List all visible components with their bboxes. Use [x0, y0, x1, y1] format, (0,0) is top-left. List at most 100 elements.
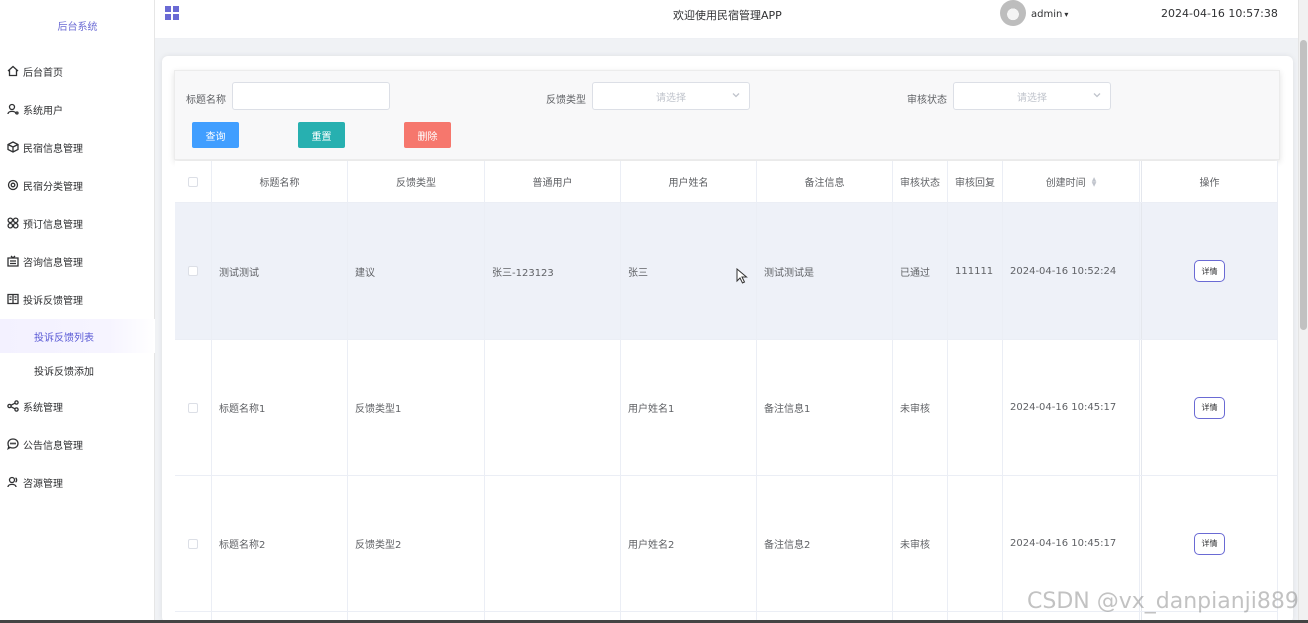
- table-header-row: 标题名称 反馈类型 普通用户 用户姓名 备注信息 审核状态 审核回复 创建时间 ▲…: [175, 161, 1278, 203]
- sidebar-item-complaint-feedback[interactable]: 投诉反馈管理: [0, 287, 155, 311]
- top-header: 欢迎使用民宿管理APP admin ▾ 2024-04-16 10:57:38: [155, 0, 1298, 39]
- column-header: 用户姓名: [621, 161, 757, 202]
- column-header: 普通用户: [485, 161, 621, 202]
- chat-icon: [6, 438, 19, 451]
- row-checkbox[interactable]: [188, 538, 198, 549]
- main-content: 标题名称 反馈类型 请选择 审核状态 请选择 查询 重置 删除 标题名称 反馈类…: [162, 56, 1293, 623]
- column-header: 标题名称: [212, 161, 348, 202]
- feedback-table: 标题名称 反馈类型 普通用户 用户姓名 备注信息 审核状态 审核回复 创建时间 ▲…: [175, 161, 1278, 623]
- detail-button[interactable]: 详情: [1194, 532, 1225, 555]
- detail-button[interactable]: 详情: [1194, 396, 1225, 419]
- column-header: 备注信息: [757, 161, 893, 202]
- search-panel: 标题名称 反馈类型 请选择 审核状态 请选择 查询 重置 删除: [174, 70, 1280, 160]
- sidebar-item-label: 预订信息管理: [23, 219, 83, 231]
- cell-reply: [948, 476, 1003, 611]
- inbox-icon: [6, 255, 19, 268]
- brand-title: 后台系统: [57, 22, 98, 33]
- cell-status: 未审核: [893, 340, 948, 475]
- sidebar-item-announcement[interactable]: 公告信息管理: [0, 432, 155, 456]
- sidebar-item-label: 公告信息管理: [23, 440, 83, 452]
- column-header: 审核状态: [893, 161, 948, 202]
- sort-icon[interactable]: ▲ ▼: [1092, 176, 1097, 187]
- chevron-down-icon: [1092, 90, 1102, 100]
- cell-actions: 详情: [1141, 340, 1278, 475]
- type-filter-select[interactable]: 请选择: [592, 82, 750, 110]
- list-icon: [6, 293, 19, 306]
- cell-name: 用户姓名2: [621, 476, 757, 611]
- user-icon: [6, 476, 19, 489]
- sidebar-subitem-feedback-add[interactable]: 投诉反馈添加: [0, 353, 155, 387]
- datetime: 2024-04-16 10:57:38: [1161, 7, 1278, 20]
- cell-status: 已通过: [893, 203, 948, 339]
- cell-reply: 111111: [948, 203, 1003, 339]
- sidebar-item-label: 系统管理: [23, 402, 63, 414]
- select-all-checkbox[interactable]: [188, 176, 198, 187]
- sidebar-item-label: 咨源管理: [23, 478, 63, 490]
- status-filter-select[interactable]: 请选择: [953, 82, 1111, 110]
- column-header-created[interactable]: 创建时间 ▲ ▼: [1003, 161, 1140, 202]
- user-menu[interactable]: admin ▾: [1031, 9, 1068, 20]
- cell-type: 反馈类型2: [348, 476, 485, 611]
- sidebar-item-system-users[interactable]: 系统用户: [0, 97, 155, 121]
- sidebar-item-homestay-category[interactable]: 民宿分类管理: [0, 173, 155, 197]
- reset-button[interactable]: 重置: [298, 122, 345, 148]
- user-icon: [6, 103, 19, 116]
- delete-button[interactable]: 删除: [404, 122, 451, 148]
- menu-toggle-icon[interactable]: [165, 6, 179, 20]
- row-select-cell: [175, 476, 212, 611]
- user-name: admin: [1031, 9, 1063, 20]
- sidebar-item-home[interactable]: 后台首页: [0, 59, 155, 83]
- cell-user: [485, 476, 621, 611]
- sidebar-item-booking-info[interactable]: 预订信息管理: [0, 211, 155, 235]
- cell-title: 标题名称2: [212, 476, 348, 611]
- sidebar: 后台系统 后台首页 系统用户 民宿信息管理 民宿分类管理 预订信息管理 咨询信息…: [0, 0, 155, 623]
- cell-title: 标题名称1: [212, 340, 348, 475]
- cell-remark: 备注信息1: [757, 340, 893, 475]
- cell-user: 张三-123123: [485, 203, 621, 339]
- grid-icon: [6, 217, 19, 230]
- cell-name: 用户姓名1: [621, 340, 757, 475]
- column-header: 审核回复: [948, 161, 1003, 202]
- page-scrollbar[interactable]: [1298, 0, 1308, 623]
- cell-remark: 备注信息2: [757, 476, 893, 611]
- chevron-down-icon: [731, 90, 741, 100]
- type-filter-label: 反馈类型: [546, 95, 586, 106]
- cell-user: [485, 340, 621, 475]
- sidebar-item-system-management[interactable]: 系统管理: [0, 394, 155, 418]
- title-filter-label: 标题名称: [186, 95, 226, 106]
- cell-created: 2024-04-16 10:52:24: [1003, 203, 1140, 339]
- cell-remark: 测试测试是: [757, 203, 893, 339]
- sidebar-item-resource[interactable]: 咨源管理: [0, 470, 155, 494]
- cell-status: 未审核: [893, 476, 948, 611]
- cell-type: 反馈类型1: [348, 340, 485, 475]
- sidebar-subitem-feedback-list[interactable]: 投诉反馈列表: [0, 319, 155, 353]
- row-checkbox[interactable]: [188, 266, 198, 276]
- table-row: 标题名称1 反馈类型1 用户姓名1 备注信息1 未审核 2024-04-16 1…: [175, 340, 1278, 476]
- avatar[interactable]: [1000, 0, 1026, 26]
- sidebar-item-label: 投诉反馈管理: [23, 295, 83, 307]
- cube-icon: [6, 141, 19, 154]
- row-checkbox[interactable]: [188, 402, 198, 413]
- home-icon: [6, 65, 19, 78]
- cell-type: 建议: [348, 203, 485, 339]
- status-filter-placeholder: 请选择: [1017, 92, 1047, 104]
- sidebar-subitem-label: 投诉反馈列表: [34, 332, 94, 344]
- sidebar-item-consult-info[interactable]: 咨询信息管理: [0, 249, 155, 273]
- cell-reply: [948, 340, 1003, 475]
- chevron-down-icon: ▾: [1064, 10, 1069, 19]
- row-select-cell: [175, 340, 212, 475]
- table-row: 测试测试 建议 张三-123123 张三 测试测试是 已通过 111111 20…: [175, 203, 1278, 340]
- scrollbar-thumb[interactable]: [1300, 40, 1307, 330]
- sidebar-item-homestay-info[interactable]: 民宿信息管理: [0, 135, 155, 159]
- sidebar-item-label: 民宿信息管理: [23, 143, 83, 155]
- query-button[interactable]: 查询: [192, 122, 239, 148]
- gear-icon: [6, 179, 19, 192]
- sidebar-item-label: 民宿分类管理: [23, 181, 83, 193]
- title-filter-input[interactable]: [232, 82, 390, 110]
- detail-button[interactable]: 详情: [1194, 260, 1225, 282]
- type-filter-placeholder: 请选择: [656, 92, 686, 104]
- mouse-cursor-icon: [736, 268, 748, 284]
- cell-actions: 详情: [1141, 203, 1278, 339]
- sidebar-item-label: 后台首页: [23, 67, 63, 79]
- column-header: 反馈类型: [348, 161, 485, 202]
